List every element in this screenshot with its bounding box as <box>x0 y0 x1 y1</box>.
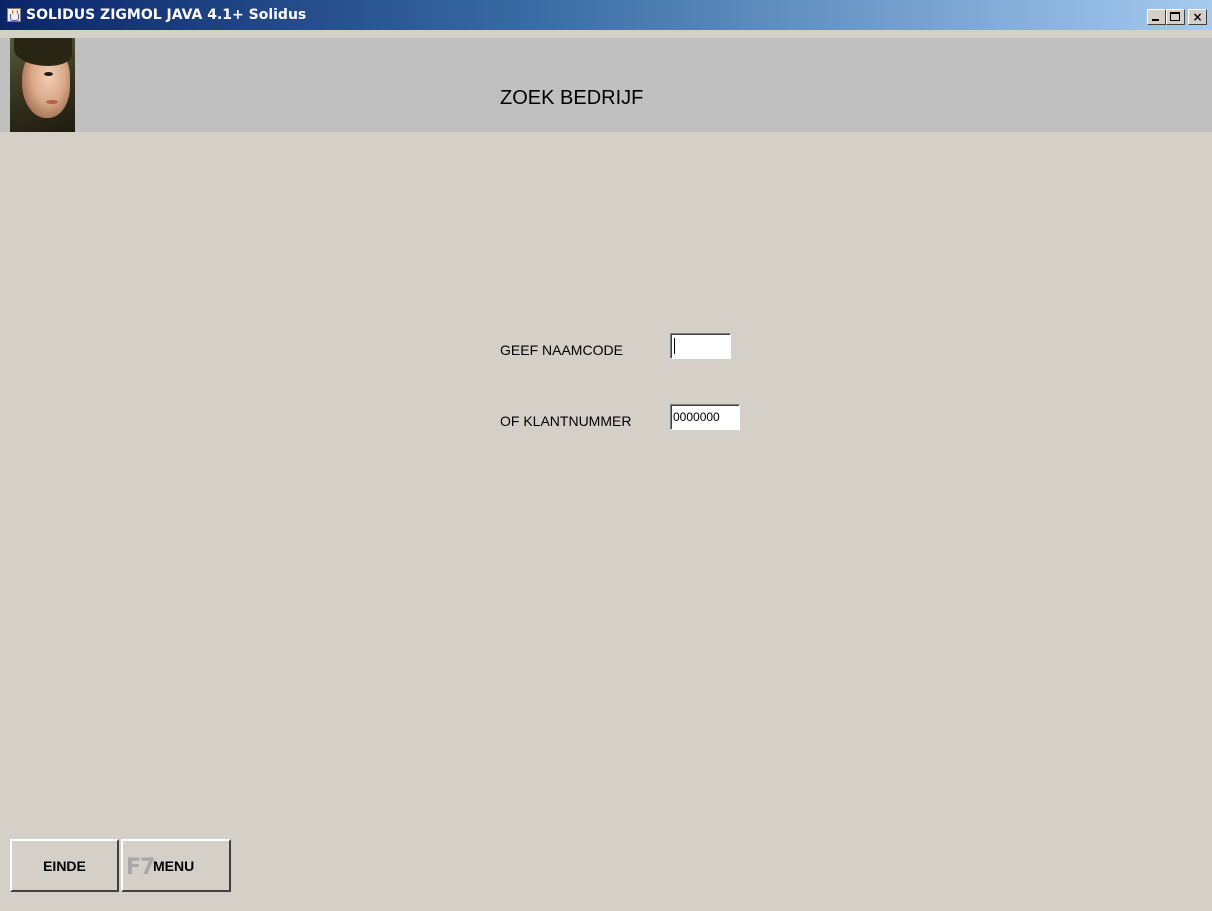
einde-button-label: EINDE <box>43 858 86 874</box>
title-bar[interactable]: SOLIDUS ZIGMOL JAVA 4.1+ Solidus × <box>0 0 1212 30</box>
page-title: ZOEK BEDRIJF <box>500 87 644 109</box>
naamcode-label: GEEF NAAMCODE <box>500 342 623 358</box>
avatar-eye <box>44 72 53 76</box>
java-cup-icon[interactable] <box>7 8 21 22</box>
maximize-icon <box>1170 12 1180 21</box>
maximize-button[interactable] <box>1166 9 1185 25</box>
einde-button[interactable]: EINDE <box>10 839 119 892</box>
close-icon: × <box>1192 10 1203 24</box>
menu-button-label: MENU <box>153 858 195 874</box>
naamcode-input[interactable] <box>670 333 731 359</box>
function-key-icon: F7 <box>126 855 155 880</box>
minimize-button[interactable] <box>1147 9 1166 25</box>
text-caret <box>674 338 675 354</box>
avatar <box>10 38 75 132</box>
minimize-icon <box>1152 19 1159 21</box>
header-band <box>0 38 1212 132</box>
klantnummer-input[interactable] <box>670 404 740 430</box>
klantnummer-label: OF KLANTNUMMER <box>500 413 632 429</box>
menu-button[interactable]: F7 MENU <box>121 839 231 892</box>
avatar-lips <box>46 100 58 104</box>
app-window: SOLIDUS ZIGMOL JAVA 4.1+ Solidus × ZOEK … <box>0 0 1212 911</box>
close-button[interactable]: × <box>1188 9 1207 25</box>
java-cup-body <box>10 14 19 21</box>
window-title: SOLIDUS ZIGMOL JAVA 4.1+ Solidus <box>26 7 307 23</box>
